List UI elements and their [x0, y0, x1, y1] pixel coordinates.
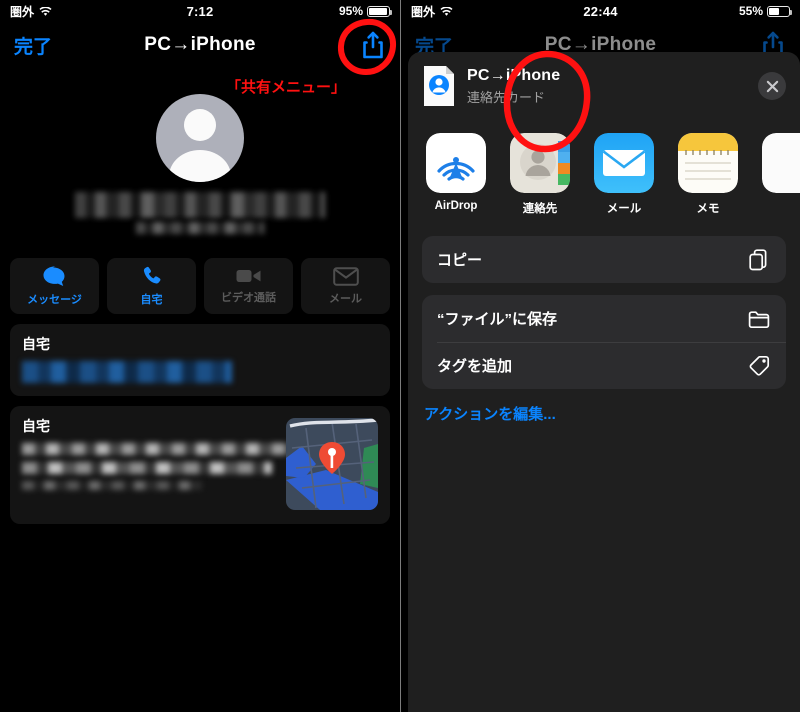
left-phone-screen: 圏外 7:12 95% 完了 PC→iPhone 「共有メニュー」 メッセージ … — [0, 0, 400, 712]
folder-icon — [747, 307, 771, 331]
battery-icon — [767, 5, 792, 17]
mail-app-icon — [594, 133, 654, 193]
screenshot-root: 圏外 7:12 95% 完了 PC→iPhone 「共有メニュー」 メッセージ … — [0, 0, 800, 712]
share-action-copy[interactable]: コピー — [422, 236, 786, 283]
share-app-partial[interactable] — [760, 133, 800, 216]
battery-icon — [367, 5, 392, 17]
info-card-phone[interactable]: 自宅 — [10, 324, 390, 396]
share-app-label: 連絡先 — [522, 203, 558, 215]
share-apps-row: AirDrop 連絡先 メール メモ — [408, 119, 800, 224]
share-sheet-titles: PC→iPhone 連絡先カード — [467, 67, 560, 106]
share-action-group-2: “ファイル”に保存 タグを追加 — [422, 295, 786, 389]
share-item-title: PC→iPhone — [467, 66, 561, 84]
action-label: 自宅 — [140, 294, 163, 306]
share-action-save-to-files[interactable]: “ファイル”に保存 — [422, 295, 786, 342]
partial-app-icon — [762, 133, 800, 193]
share-app-label: メモ — [696, 203, 720, 215]
close-icon[interactable] — [758, 72, 786, 100]
right-phone-screen: 圏外 22:44 55% 完了 PC→iPhone PC→iPhone 連絡先カ… — [400, 0, 800, 712]
status-right: 55% — [738, 4, 792, 18]
tag-icon — [747, 354, 771, 378]
share-app-contacts[interactable]: 連絡先 — [508, 133, 572, 216]
contact-name-redacted — [75, 192, 325, 218]
battery-percent-label: 55% — [738, 4, 763, 18]
page-title: PC→iPhone — [144, 34, 256, 55]
share-action-label: “ファイル”に保存 — [437, 311, 558, 328]
action-call-button[interactable]: 自宅 — [107, 258, 196, 314]
contact-header — [0, 94, 400, 234]
share-app-label: メール — [606, 203, 642, 215]
annotation-label-share-menu: 「共有メニュー」 — [226, 79, 347, 96]
action-label: メッセージ — [27, 294, 82, 306]
card-label: 自宅 — [22, 336, 50, 352]
action-facetime-button[interactable]: ビデオ通話 — [204, 258, 293, 314]
status-bar: 圏外 7:12 95% — [0, 0, 400, 22]
quick-actions-row: メッセージ 自宅 ビデオ通話 メール — [0, 258, 400, 314]
notes-app-icon — [678, 133, 738, 193]
action-message-button[interactable]: メッセージ — [10, 258, 99, 314]
share-action-add-tag[interactable]: タグを追加 — [422, 342, 786, 389]
airdrop-icon — [426, 133, 486, 193]
contact-subtitle-redacted — [136, 222, 264, 234]
person-avatar-icon — [156, 94, 244, 182]
card-value-redacted-2 — [22, 462, 272, 474]
share-item-subtitle: 連絡先カード — [467, 89, 546, 105]
navigation-bar: 完了 PC→iPhone — [0, 22, 400, 68]
action-mail-button[interactable]: メール — [301, 258, 390, 314]
share-action-label: コピー — [437, 252, 483, 269]
action-label: メール — [329, 292, 362, 305]
share-app-notes[interactable]: メモ — [676, 133, 740, 216]
share-action-label: タグを追加 — [437, 358, 513, 375]
copy-icon — [747, 248, 771, 272]
envelope-icon — [332, 266, 359, 286]
card-value-redacted — [22, 361, 232, 383]
share-sheet-header: PC→iPhone 連絡先カード — [408, 52, 800, 119]
info-card-address[interactable]: 自宅 — [10, 406, 390, 524]
action-label: ビデオ通話 — [221, 292, 276, 304]
share-app-label: AirDrop — [434, 200, 478, 212]
contacts-app-icon — [510, 133, 570, 193]
share-app-mail[interactable]: メール — [592, 133, 656, 216]
card-value-redacted-3 — [22, 481, 202, 490]
share-icon[interactable] — [360, 30, 386, 60]
status-bar: 圏外 22:44 55% — [401, 0, 800, 22]
phone-icon — [143, 266, 160, 284]
map-thumbnail[interactable] — [286, 418, 378, 510]
video-camera-icon — [236, 270, 260, 282]
card-value-redacted — [22, 443, 292, 455]
status-right: 95% — [338, 4, 392, 18]
share-sheet: PC→iPhone 連絡先カード AirDrop 連絡先 メール メモ コピー … — [408, 50, 800, 712]
share-app-airdrop[interactable]: AirDrop — [424, 133, 488, 216]
message-bubble-icon — [43, 266, 64, 286]
battery-percent-label: 95% — [338, 4, 363, 18]
edit-actions-link[interactable]: アクションを編集... — [408, 389, 800, 438]
contact-card-document-icon — [422, 65, 456, 107]
share-action-group-1: コピー — [422, 236, 786, 283]
